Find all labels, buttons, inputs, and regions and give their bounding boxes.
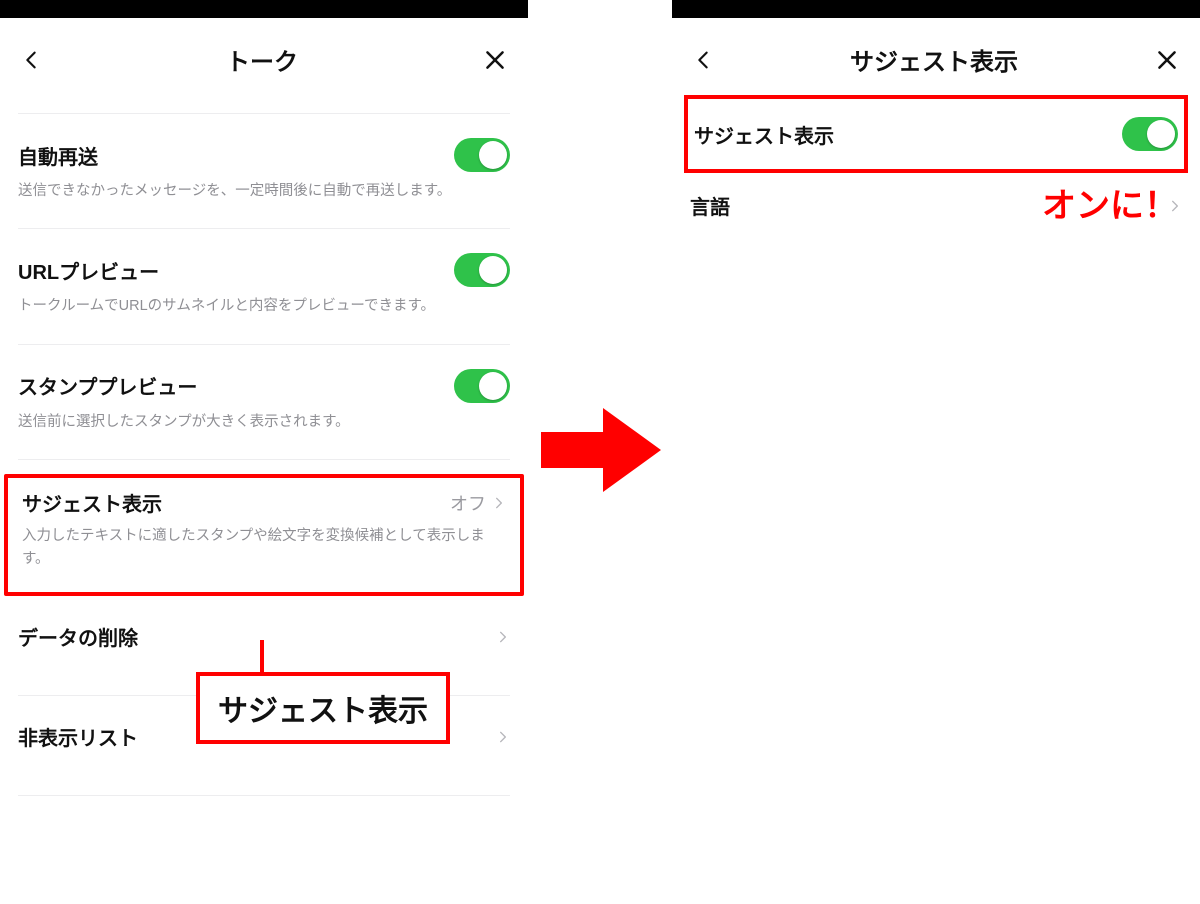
callout-label: サジェスト表示: [196, 672, 450, 744]
row-value: オフ: [450, 490, 486, 516]
divider: [18, 795, 510, 796]
left-phone: トーク 自動再送 送信できなかったメッセージを、一定時間後に自動で再送します。 …: [0, 0, 528, 904]
back-icon[interactable]: [692, 49, 714, 71]
row-desc: 入力したテキストに適したスタンプや絵文字を変換候補として表示します。: [22, 525, 506, 570]
chevron-right-icon: [496, 730, 510, 744]
row-stamp-preview: スタンププレビュー 送信前に選択したスタンプが大きく表示されます。: [18, 345, 510, 441]
close-icon[interactable]: [482, 47, 508, 73]
row-title: 非表示リスト: [18, 722, 138, 751]
row-title: データの削除: [18, 622, 138, 651]
close-icon[interactable]: [1154, 47, 1180, 73]
row-title: サジェスト表示: [22, 488, 162, 517]
row-url-preview: URLプレビュー トークルームでURLのサムネイルと内容をプレビューできます。: [18, 229, 510, 325]
callout-connector: [260, 640, 264, 674]
highlight-suggest-row: サジェスト表示 オフ 入力したテキストに適したスタンプや絵文字を変換候補として表…: [4, 474, 524, 596]
row-delete-data[interactable]: データの削除: [18, 596, 510, 677]
row-title: URLプレビュー: [18, 256, 159, 285]
row-desc: 送信前に選択したスタンプが大きく表示されます。: [18, 411, 510, 433]
chevron-right-icon: [492, 496, 506, 510]
row-title: 自動再送: [18, 141, 98, 170]
toggle-suggest[interactable]: [1122, 117, 1178, 151]
toggle-url-preview[interactable]: [454, 253, 510, 287]
row-auto-resend: 自動再送 送信できなかったメッセージを、一定時間後に自動で再送します。: [18, 114, 510, 210]
highlight-suggest-toggle: サジェスト表示: [684, 95, 1188, 173]
toggle-stamp-preview[interactable]: [454, 369, 510, 403]
row-suggest-toggle: サジェスト表示: [694, 99, 1178, 169]
status-bar-notch: [0, 0, 528, 18]
row-desc: トークルームでURLのサムネイルと内容をプレビューできます。: [18, 295, 510, 317]
row-title: サジェスト表示: [694, 120, 834, 149]
back-icon[interactable]: [20, 49, 42, 71]
page-title: サジェスト表示: [850, 42, 1018, 77]
chevron-right-icon: [496, 630, 510, 644]
row-desc: 送信できなかったメッセージを、一定時間後に自動で再送します。: [18, 180, 510, 202]
right-phone: サジェスト表示 サジェスト表示 言語 オンに！: [672, 0, 1200, 904]
status-bar-notch: [672, 0, 1200, 18]
divider: [18, 459, 510, 460]
annotation-text: オンに！: [1042, 178, 1178, 227]
row-title: スタンププレビュー: [18, 371, 197, 400]
row-suggest[interactable]: サジェスト表示 オフ 入力したテキストに適したスタンプや絵文字を変換候補として表…: [22, 488, 506, 578]
row-title: 言語: [690, 191, 730, 220]
toggle-auto-resend[interactable]: [454, 138, 510, 172]
page-title: トーク: [226, 42, 298, 77]
arrow-icon: [540, 408, 662, 492]
